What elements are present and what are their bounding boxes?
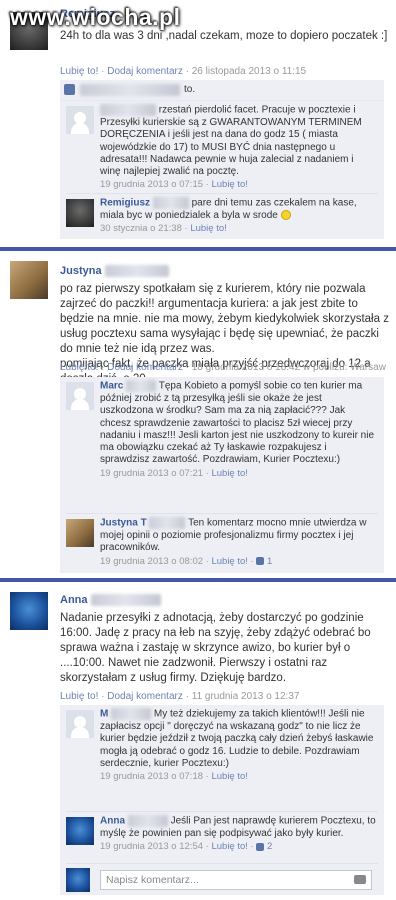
comment-date: 19 grudnia 2013 o 12:54 — [100, 841, 204, 853]
avatar[interactable] — [66, 106, 94, 134]
blurred-name — [104, 265, 169, 278]
like-count[interactable]: 2 — [267, 841, 272, 852]
post-date: 18 grudnia 2013 o 18:42 w pobliżu: Warsa… — [191, 362, 386, 373]
comment: Justyna T Ten komentarz mocno mnie utwie… — [66, 513, 378, 570]
comment-input-placeholder: Napisz komentarz... — [106, 874, 199, 886]
comment: rzestań pierdolić facet. Pracuje w poczt… — [66, 101, 378, 191]
post-author: Justyna — [60, 265, 169, 278]
avatar[interactable] — [66, 382, 94, 410]
comment-author[interactable]: Marc — [100, 381, 123, 392]
like-link[interactable]: Lubię to! — [211, 556, 247, 567]
comment-date: 19 grudnia 2013 o 08:02 — [100, 555, 204, 567]
thumbs-up-icon — [256, 557, 265, 566]
comments-section: M My też dziekujemy za takich klientów!!… — [60, 705, 384, 895]
watermark-logo: www.wiocha.pl — [10, 4, 181, 30]
comments-section: rzestań pierdolić facet. Pracuje w poczt… — [60, 101, 384, 239]
like-link[interactable]: Lubię to! — [211, 771, 247, 782]
likes-text: to. — [184, 84, 196, 95]
avatar[interactable] — [10, 592, 48, 630]
post-meta: Lubię to! · Dodaj komentarz · 11 grudnia… — [60, 691, 300, 702]
post-remigiusz: Remigiusz 24h to dla was 3 dni ,nadal cz… — [0, 0, 396, 245]
add-comment-link[interactable]: Dodaj komentarz — [107, 66, 183, 77]
avatar[interactable] — [66, 519, 94, 547]
add-comment-link[interactable]: Dodaj komentarz — [107, 691, 183, 702]
comment-date: 30 stycznia o 21:38 — [100, 223, 182, 235]
post-date: 11 grudnia 2013 o 12:37 — [191, 691, 300, 702]
comment-meta: 19 grudnia 2013 o 07:18 · Lubię to! — [100, 771, 248, 783]
post-justyna: Justyna po raz pierwszy spotkałam się z … — [0, 251, 396, 576]
comment-meta: 19 grudnia 2013 o 12:54 · Lubię to! · 2 — [100, 841, 273, 853]
comment-date: 19 grudnia 2013 o 07:18 — [100, 771, 204, 783]
comment-author[interactable]: M — [100, 709, 108, 720]
post-date: 26 listopada 2013 o 11:15 — [191, 66, 307, 77]
comment: Remigiusz pare dni temu zas czekalem na … — [66, 193, 378, 238]
comment-author[interactable]: Remigiusz — [100, 198, 150, 209]
post-author: Anna — [60, 594, 161, 607]
avatar — [66, 868, 90, 892]
comment-meta: 19 grudnia 2013 o 07:15 · Lubię to! — [100, 179, 248, 191]
blurred-name — [80, 84, 180, 96]
thumbs-up-icon — [64, 84, 75, 95]
like-count[interactable]: 1 — [267, 556, 272, 567]
comment-meta: 30 stycznia o 21:38 · Lubię to! — [100, 223, 227, 235]
comment-input[interactable]: Napisz komentarz... — [100, 870, 372, 890]
comment-meta: 19 grudnia 2013 o 08:02 · Lubię to! · 1 — [100, 555, 273, 567]
post-meta: Lubię to! · Dodaj komentarz · 26 listopa… — [60, 66, 307, 77]
likes-bar: to. — [60, 80, 384, 101]
like-link[interactable]: Lubię to! — [60, 66, 98, 77]
camera-icon[interactable] — [354, 875, 366, 884]
avatar[interactable] — [66, 817, 94, 845]
post-text: 24h to dla was 3 dni ,nadal czekam, moze… — [60, 30, 388, 42]
comment: Anna Jeśli Pan jest naprawdę kurierem Po… — [66, 811, 378, 862]
avatar[interactable] — [10, 261, 48, 299]
comment-text: Tępa Kobieto a pomyśl sobie co ten kurie… — [100, 380, 375, 466]
comment-input-row: Napisz komentarz... — [66, 863, 378, 894]
post-text: Nadanie przesyłki z adnotacją, żeby dost… — [60, 612, 371, 684]
comments-section: Marc Tępa Kobieto a pomyśl sobie co ten … — [60, 377, 384, 573]
blurred-name — [126, 380, 157, 392]
like-link[interactable]: Lubię to! — [211, 468, 247, 479]
comment: Marc Tępa Kobieto a pomyśl sobie co ten … — [66, 377, 378, 509]
like-link[interactable]: Lubię to! — [211, 179, 247, 190]
post-author-name[interactable]: Justyna — [60, 265, 102, 277]
like-link[interactable]: Lubię to! — [60, 362, 98, 373]
blurred-name — [90, 594, 161, 607]
blurred-name — [127, 815, 168, 827]
smiley-icon — [280, 210, 291, 221]
avatar[interactable] — [66, 710, 94, 738]
post-anna: Anna Nadanie przesyłki z adnotacją, żeby… — [0, 582, 396, 900]
comment: M My też dziekujemy za takich klientów!!… — [66, 705, 378, 809]
avatar[interactable] — [66, 199, 94, 227]
post-meta: Lubię to! · Dodaj komentarz · 18 grudnia… — [60, 362, 386, 373]
comment-date: 19 grudnia 2013 o 07:15 — [100, 179, 204, 191]
like-link[interactable]: Lubię to! — [190, 223, 226, 234]
blurred-name — [111, 708, 152, 720]
thumbs-up-icon — [256, 842, 265, 851]
comment-author[interactable]: Justyna T — [100, 518, 147, 529]
like-link[interactable]: Lubię to! — [211, 841, 247, 852]
add-comment-link[interactable]: Dodaj komentarz — [107, 362, 183, 373]
like-link[interactable]: Lubię to! — [60, 691, 98, 702]
comment-meta: 19 grudnia 2013 o 07:21 · Lubię to! — [100, 467, 248, 479]
blurred-name — [152, 197, 189, 209]
comment-author[interactable]: Anna — [100, 816, 125, 827]
blurred-name — [149, 517, 186, 529]
post-author-name[interactable]: Anna — [60, 594, 88, 606]
comment-date: 19 grudnia 2013 o 07:21 — [100, 467, 204, 479]
blurred-name — [100, 104, 156, 116]
